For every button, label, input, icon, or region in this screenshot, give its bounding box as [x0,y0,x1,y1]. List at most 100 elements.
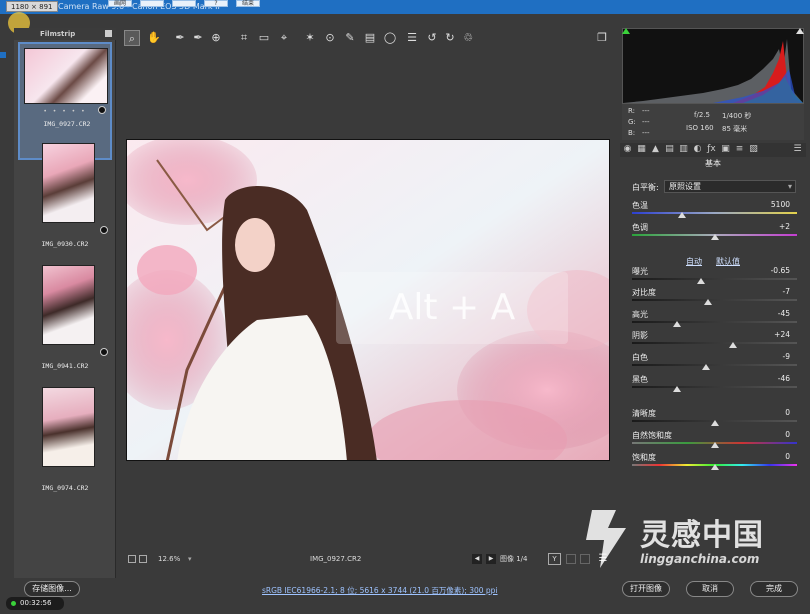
before-after-toggle[interactable]: Y [548,553,561,565]
swap-settings-icon[interactable] [566,554,576,564]
white-balance-value: 原照设置 [669,182,701,191]
slider-value[interactable]: -9 [740,352,790,361]
slider-thumb[interactable] [710,442,719,448]
filmstrip-item-2[interactable]: IMG_0941.CR2 [18,262,112,380]
split-toning-tab-icon[interactable]: ▥ [678,144,689,155]
title-button-4[interactable]: ? [204,0,228,7]
zoom-icon[interactable]: ⌕ [124,30,140,46]
slider-label: 自然饱和度 [632,431,672,440]
white-balance-select[interactable]: 原照设置 ▾ [664,180,796,193]
fullscreen-icon[interactable]: ❐ [594,30,610,46]
rotate-left-icon[interactable]: ↺ [424,30,440,46]
graduated-filter-icon[interactable]: ▤ [362,30,378,46]
auto-link[interactable]: 自动 [686,256,702,267]
next-image-icon[interactable]: ▶ [486,554,496,564]
workflow-options-link[interactable]: sRGB IEC61966-2.1; 8 位; 5616 x 3744 (21.… [262,585,498,596]
title-button-1[interactable]: 画网 [108,0,132,7]
edit-badge-icon [100,226,108,234]
open-image-button[interactable]: 打开图像 [622,581,670,597]
slider-thumb[interactable] [697,278,706,284]
slider-thumb[interactable] [672,386,681,392]
tone-curve-tab-icon[interactable]: ▦ [636,144,647,155]
thumbnail-image [42,265,95,345]
radial-filter-icon[interactable]: ◯ [382,30,398,46]
slider-value[interactable]: -46 [740,374,790,383]
slider-value[interactable]: -0.65 [740,266,790,275]
zoom-out-button[interactable] [128,555,136,563]
title-button-2[interactable] [140,0,164,7]
transform-icon[interactable]: ⌖ [276,30,292,46]
rating-stars[interactable]: • • • • • [20,108,110,115]
slider-value[interactable]: +2 [740,222,790,231]
zoom-in-button[interactable] [139,555,147,563]
save-image-button[interactable]: 存储图像... [24,581,80,597]
cancel-button[interactable]: 取消 [686,581,734,597]
detail-tab-icon[interactable]: ▲ [650,144,661,155]
adjustment-brush-icon[interactable]: ✎ [342,30,358,46]
lens-tab-icon[interactable]: ◐ [692,144,703,155]
hsl-tab-icon[interactable]: ▤ [664,144,675,155]
target-adjust-icon[interactable]: ⊕ [208,30,224,46]
slider-value[interactable]: 0 [740,452,790,461]
filmstrip-item-1[interactable]: IMG_0930.CR2 [18,140,112,258]
preferences-icon[interactable]: ☰ [404,30,420,46]
presets-tab-icon[interactable]: ≡ [734,144,745,155]
watermark-text: 灵感中国 [640,518,764,553]
watermark-logo-icon [586,510,626,568]
edit-badge-icon [100,348,108,356]
slider-track[interactable] [632,212,797,214]
red-eye-icon[interactable]: ⊙ [322,30,338,46]
slider-thumb[interactable] [728,342,737,348]
slider-value[interactable]: -7 [740,287,790,296]
thumbnail-filename: IMG_0941.CR2 [41,362,89,370]
rotate-right-icon[interactable]: ↻ [442,30,458,46]
trash-icon[interactable]: ♲ [460,30,476,46]
slider-thumb[interactable] [710,234,719,240]
slider-thumb[interactable] [710,420,719,426]
edit-badge-icon [98,106,106,114]
filmstrip-item-3[interactable]: IMG_0974.CR2 [18,384,112,502]
highlight-clipping-warning-icon[interactable] [796,28,804,34]
white-balance-icon[interactable]: ✒ [172,30,188,46]
slider-track[interactable] [632,364,797,366]
slider-thumb[interactable] [703,299,712,305]
slider-thumb[interactable] [710,464,719,470]
slider-track[interactable] [632,321,797,323]
aperture: f/2.5 [694,111,710,119]
basic-tab-icon[interactable]: ◉ [622,144,633,155]
slider-track[interactable] [632,386,797,388]
effects-tab-icon[interactable]: ƒx [706,144,717,155]
snapshots-tab-icon[interactable]: ▧ [748,144,759,155]
filmstrip-header: Filmstrip [14,28,116,40]
spot-removal-icon[interactable]: ✶ [302,30,318,46]
color-sampler-icon[interactable]: ✒ [190,30,206,46]
zoom-dropdown-chevron-icon[interactable]: ▾ [188,556,196,563]
slider-thumb[interactable] [702,364,711,370]
slider-value[interactable]: +24 [740,330,790,339]
slider-value[interactable]: 0 [740,408,790,417]
slider-track[interactable] [632,299,797,301]
slider-thumb[interactable] [672,321,681,327]
r-value: --- [642,107,650,115]
slider-value[interactable]: -45 [740,309,790,318]
default-link[interactable]: 默认值 [716,256,740,267]
straighten-icon[interactable]: ▭ [256,30,272,46]
previous-image-icon[interactable]: ◀ [472,554,482,564]
keyboard-shortcut-overlay: Alt + A [336,272,568,344]
slider-label: 白色 [632,353,648,362]
panel-menu-icon[interactable]: ☰ [792,144,803,155]
title-button-5[interactable]: 结束 [236,0,260,7]
crop-icon[interactable]: ⌗ [236,30,252,46]
title-button-3[interactable] [172,0,196,7]
slider-track[interactable] [632,342,797,344]
slider-thumb[interactable] [677,212,686,218]
done-button[interactable]: 完成 [750,581,798,597]
image-info: R: --- G: --- B: --- f/2.5 1/400 秒 ISO 1… [622,104,804,140]
slider-value[interactable]: 5100 [740,200,790,209]
camera-calibration-tab-icon[interactable]: ▣ [720,144,731,155]
shadow-clipping-warning-icon[interactable] [622,28,630,34]
slider-track[interactable] [632,278,797,280]
hand-icon[interactable]: ✋ [146,30,162,46]
slider-value[interactable]: 0 [740,430,790,439]
filmstrip-menu-icon[interactable] [105,30,112,37]
